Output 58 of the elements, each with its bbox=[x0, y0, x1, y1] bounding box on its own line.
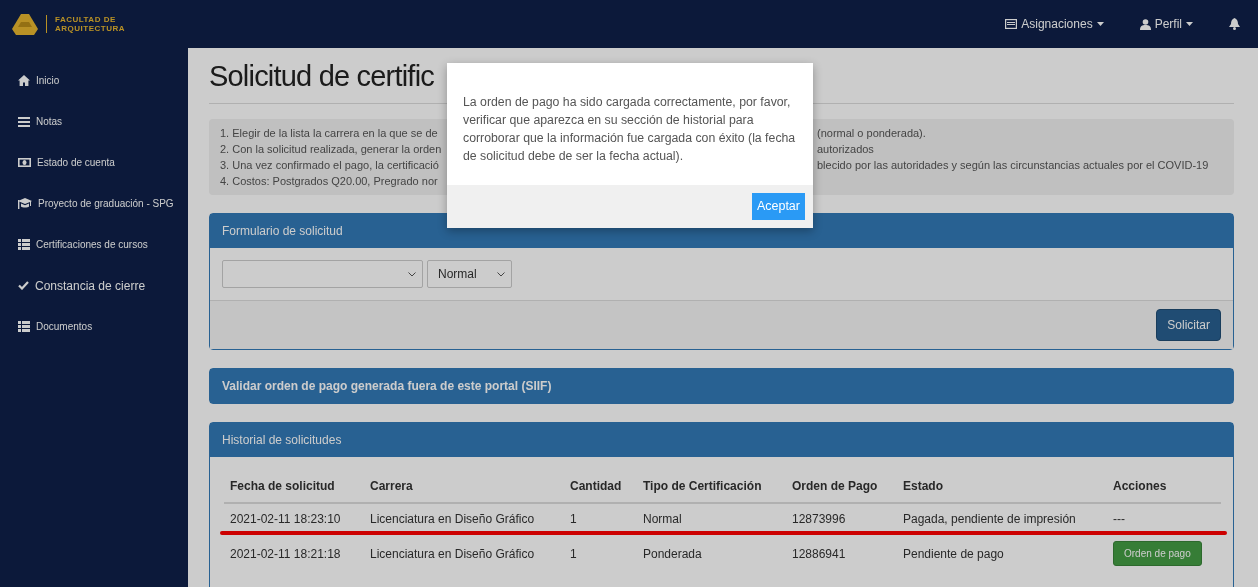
logo-icon bbox=[12, 13, 38, 35]
table-cell: --- bbox=[1107, 503, 1221, 531]
table-cell: Licenciatura en Diseño Gráfico bbox=[364, 503, 564, 531]
home-icon bbox=[18, 75, 30, 86]
instruction-text: autorizados bbox=[817, 142, 874, 157]
column-header: Cantidad bbox=[564, 473, 637, 503]
window-icon bbox=[1005, 19, 1018, 29]
sidebar-item[interactable]: Proyecto de graduación - SPG bbox=[0, 183, 188, 224]
table-cell: 1 bbox=[564, 535, 637, 569]
panel-header: Historial de solicitudes bbox=[210, 423, 1233, 457]
table-cell: 1 bbox=[564, 503, 637, 531]
instruction-text: 2. Con la solicitud realizada, generar la orden bbox=[220, 142, 442, 157]
chevron-icon bbox=[497, 271, 505, 277]
select-field[interactable] bbox=[222, 260, 423, 288]
table-cell: Licenciatura en Diseño Gráfico bbox=[364, 535, 564, 569]
graduation-cap-icon bbox=[18, 198, 32, 209]
table-cell: Ponderada bbox=[637, 535, 786, 569]
menu-dropdown[interactable]: Asignaciones bbox=[999, 14, 1110, 34]
column-header: Tipo de Certificación bbox=[637, 473, 786, 503]
submit-button[interactable]: Solicitar bbox=[1156, 309, 1221, 341]
checkmark-icon bbox=[18, 281, 29, 290]
column-header: Carrera bbox=[364, 473, 564, 503]
table-cell: 2021-02-11 18:21:18 bbox=[224, 535, 364, 569]
sidebar-item[interactable]: Certificaciones de cursos bbox=[0, 224, 188, 265]
table-cell: 12873996 bbox=[786, 503, 897, 531]
user-icon bbox=[1139, 18, 1151, 30]
table-cell: 12886941 bbox=[786, 535, 897, 569]
table-cell: 2021-02-11 18:23:10 bbox=[224, 503, 364, 531]
menu-icon bbox=[18, 116, 30, 127]
page-title: Solicitud de certific bbox=[209, 59, 434, 94]
panel-header[interactable]: Validar orden de pago generada fuera de este portal (SIIF) bbox=[210, 369, 1233, 403]
instruction-text: (normal o ponderada). bbox=[817, 126, 926, 141]
table-cell: Pendiente de pago bbox=[897, 535, 1107, 569]
chevron-icon bbox=[408, 271, 416, 277]
modal-message: La orden de pago ha sido cargada correctamente, por favor, verificar que aparezca en su sección de historial para corroborar que la información fue cargada con éxito (la fecha de solicitud debe de ser la fecha actual). bbox=[462, 94, 797, 165]
select-field[interactable]: Normal bbox=[427, 260, 512, 288]
instruction-text: 1. Elegir de la lista la carrera en la que se de bbox=[220, 126, 438, 141]
sidebar-item[interactable]: Estado de cuenta bbox=[0, 142, 188, 183]
list-icon bbox=[18, 239, 30, 250]
table-cell: Pagada, pendiente de impresión bbox=[897, 503, 1107, 531]
sidebar-item[interactable]: Documentos bbox=[0, 306, 188, 347]
column-header: Acciones bbox=[1107, 473, 1221, 503]
banknote-icon bbox=[18, 158, 31, 167]
sidebar-item[interactable]: Inicio bbox=[0, 60, 188, 101]
instruction-text: 3. Una vez confirmado el pago, la certificació bbox=[220, 158, 439, 173]
column-header: Fecha de solicitud bbox=[224, 473, 364, 503]
sidebar-item[interactable]: Notas bbox=[0, 101, 188, 142]
menu-dropdown[interactable]: Perfil bbox=[1133, 14, 1199, 34]
logo-text: FACULTAD DE ARQUITECTURA bbox=[46, 15, 125, 33]
instruction-text: blecido por las autoridades y según las circunstancias actuales por el COVID-19 bbox=[817, 158, 1209, 173]
instruction-text: 4. Costos: Postgrados Q20.00, Pregrado nor bbox=[220, 174, 438, 189]
column-header: Orden de Pago bbox=[786, 473, 897, 503]
select-value: Normal bbox=[438, 266, 477, 283]
column-header: Estado bbox=[897, 473, 1107, 503]
list-icon bbox=[18, 321, 30, 332]
sidebar-item[interactable]: Constancia de cierre bbox=[0, 265, 188, 306]
table-cell: Normal bbox=[637, 503, 786, 531]
bell-icon bbox=[1229, 18, 1240, 30]
